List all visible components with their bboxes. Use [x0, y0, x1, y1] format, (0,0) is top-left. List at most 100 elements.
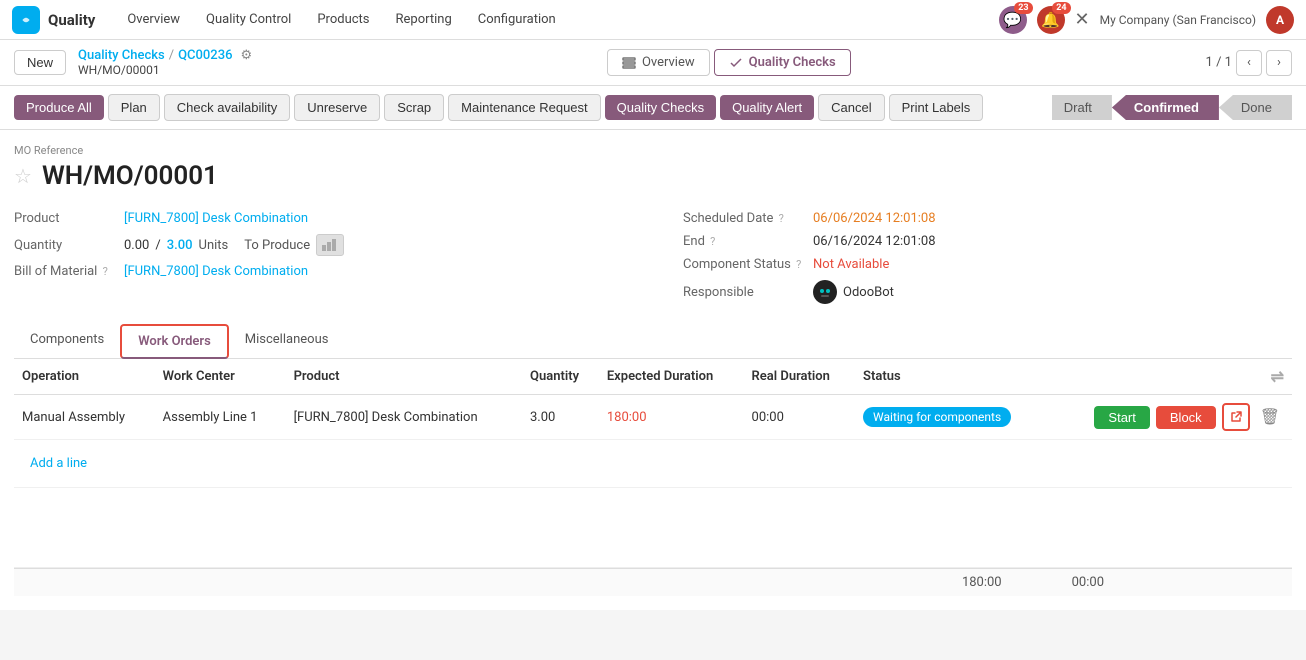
cell-row-actions: Start Block 🗑: [1049, 395, 1292, 440]
footer-real-total: 00:00: [1072, 575, 1104, 590]
status-done-btn[interactable]: Done: [1219, 95, 1292, 120]
pagination-label: 1 / 1: [1206, 55, 1232, 70]
spacer: [14, 488, 1292, 568]
user-avatar[interactable]: A: [1266, 6, 1294, 34]
qty-unit: Units: [199, 238, 229, 253]
breadcrumb-quality-checks-link[interactable]: Quality Checks: [78, 48, 165, 63]
breadcrumb-left: New Quality Checks / QC00236 ⚙ WH/MO/000…: [14, 48, 252, 77]
product-row: Product [FURN_7800] Desk Combination: [14, 207, 623, 230]
scheduled-date-label: Scheduled Date ?: [683, 211, 813, 226]
col-quantity: Quantity: [522, 359, 599, 395]
nav-reporting[interactable]: Reporting: [384, 6, 464, 33]
qty-target[interactable]: 3.00: [167, 238, 193, 253]
responsible-name: OdooBot: [843, 285, 894, 300]
add-line-row: Add a line: [14, 440, 1292, 488]
block-button[interactable]: Block: [1156, 406, 1216, 429]
nav-overview[interactable]: Overview: [115, 6, 192, 33]
tab-work-orders[interactable]: Work Orders: [120, 324, 229, 359]
row-actions: Start Block 🗑: [1057, 403, 1284, 431]
add-line-link[interactable]: Add a line: [22, 448, 95, 479]
cell-work-center: Assembly Line 1: [155, 395, 286, 440]
company-label: My Company (San Francisco): [1100, 13, 1256, 27]
start-button[interactable]: Start: [1094, 406, 1149, 429]
table-header: Operation Work Center Product Quantity E…: [14, 359, 1292, 395]
delete-button[interactable]: 🗑: [1256, 407, 1284, 427]
app-logo[interactable]: [12, 6, 40, 34]
work-orders-table: Operation Work Center Product Quantity E…: [14, 359, 1292, 488]
footer-expected-total: 180:00: [962, 575, 1012, 590]
col-status: Status: [855, 359, 1049, 395]
col-operation: Operation: [14, 359, 155, 395]
status-draft-btn[interactable]: Draft: [1052, 95, 1112, 120]
breadcrumb-qc-id-link[interactable]: QC00236: [178, 48, 232, 63]
pagination: 1 / 1 ‹ ›: [1206, 50, 1292, 76]
scrap-button[interactable]: Scrap: [384, 94, 444, 121]
odoobot-avatar: [813, 280, 837, 304]
col-real-duration: Real Duration: [744, 359, 856, 395]
pagination-prev[interactable]: ‹: [1236, 50, 1262, 76]
col-work-center: Work Center: [155, 359, 286, 395]
activity-badge[interactable]: 💬 23: [999, 6, 1027, 34]
favorite-star-icon[interactable]: ☆: [14, 164, 32, 188]
unreserve-button[interactable]: Unreserve: [294, 94, 380, 121]
product-label: Product: [14, 211, 124, 226]
external-link-button[interactable]: [1222, 403, 1250, 431]
content-tabs: Components Work Orders Miscellaneous: [14, 324, 1292, 359]
breadcrumb-separator: /: [169, 48, 174, 63]
bom-label: Bill of Material ?: [14, 264, 124, 279]
bom-row: Bill of Material ? [FURN_7800] Desk Comb…: [14, 260, 623, 283]
cell-quantity: 3.00: [522, 395, 599, 440]
new-button[interactable]: New: [14, 50, 66, 75]
form-left: Product [FURN_7800] Desk Combination Qua…: [14, 207, 623, 308]
cell-status: Waiting for components: [855, 395, 1049, 440]
quality-checks-button[interactable]: Quality Checks: [605, 95, 716, 120]
to-produce-chart-icon[interactable]: [316, 234, 344, 256]
status-badge: Waiting for components: [863, 407, 1011, 427]
qty-row: 0.00 / 3.00 Units To Produce: [124, 234, 344, 256]
form-grid: Product [FURN_7800] Desk Combination Qua…: [14, 207, 1292, 308]
quality-alert-button[interactable]: Quality Alert: [720, 95, 814, 120]
maintenance-request-button[interactable]: Maintenance Request: [448, 94, 600, 121]
close-icon-btn[interactable]: ✕: [1075, 9, 1090, 30]
end-help-icon[interactable]: ?: [710, 235, 715, 248]
settings-gear-icon[interactable]: ⚙: [240, 48, 252, 63]
col-expected-duration: Expected Duration: [599, 359, 744, 395]
col-actions: ⇌: [1049, 359, 1292, 395]
tab-quality-checks[interactable]: Quality Checks: [714, 49, 851, 76]
brand-name: Quality: [48, 11, 95, 29]
breadcrumb-sub-label: WH/MO/00001: [78, 63, 252, 77]
qty-separator: /: [155, 238, 160, 253]
print-labels-button[interactable]: Print Labels: [889, 94, 984, 121]
col-product: Product: [286, 359, 522, 395]
end-value: 06/16/2024 12:01:08: [813, 234, 936, 249]
cancel-button[interactable]: Cancel: [818, 94, 884, 121]
footer-totals: 180:00 00:00: [962, 575, 1284, 590]
main-form: MO Reference ☆ WH/MO/00001 Product [FURN…: [0, 130, 1306, 610]
component-status-row: Component Status ? Not Available: [683, 253, 1292, 276]
plan-button[interactable]: Plan: [108, 94, 160, 121]
bom-value[interactable]: [FURN_7800] Desk Combination: [124, 264, 308, 279]
scheduled-date-help-icon[interactable]: ?: [779, 212, 784, 225]
mo-reference-label: MO Reference: [14, 130, 1292, 157]
check-availability-button[interactable]: Check availability: [164, 94, 290, 121]
tab-overview[interactable]: Overview: [607, 49, 710, 76]
nav-quality-control[interactable]: Quality Control: [194, 6, 303, 33]
bom-help-icon[interactable]: ?: [103, 265, 108, 278]
nav-configuration[interactable]: Configuration: [466, 6, 568, 33]
status-confirmed-btn[interactable]: Confirmed: [1112, 95, 1219, 120]
pagination-next[interactable]: ›: [1266, 50, 1292, 76]
to-produce-label: To Produce: [244, 238, 310, 253]
quantity-row: Quantity 0.00 / 3.00 Units To Produce: [14, 230, 623, 260]
tab-components[interactable]: Components: [14, 324, 120, 359]
nav-items: Overview Quality Control Products Report…: [115, 6, 998, 33]
table-filter-icon[interactable]: ⇌: [1271, 367, 1284, 386]
cell-real-duration: 00:00: [744, 395, 856, 440]
component-status-help-icon[interactable]: ?: [796, 258, 801, 271]
message-badge[interactable]: 🔔 24: [1037, 6, 1065, 34]
produce-all-button[interactable]: Produce All: [14, 95, 104, 120]
table-row: Manual Assembly Assembly Line 1 [FURN_78…: [14, 395, 1292, 440]
tab-miscellaneous[interactable]: Miscellaneous: [229, 324, 345, 359]
nav-products[interactable]: Products: [305, 6, 381, 33]
form-right: Scheduled Date ? 06/06/2024 12:01:08 End…: [683, 207, 1292, 308]
product-value[interactable]: [FURN_7800] Desk Combination: [124, 211, 308, 226]
